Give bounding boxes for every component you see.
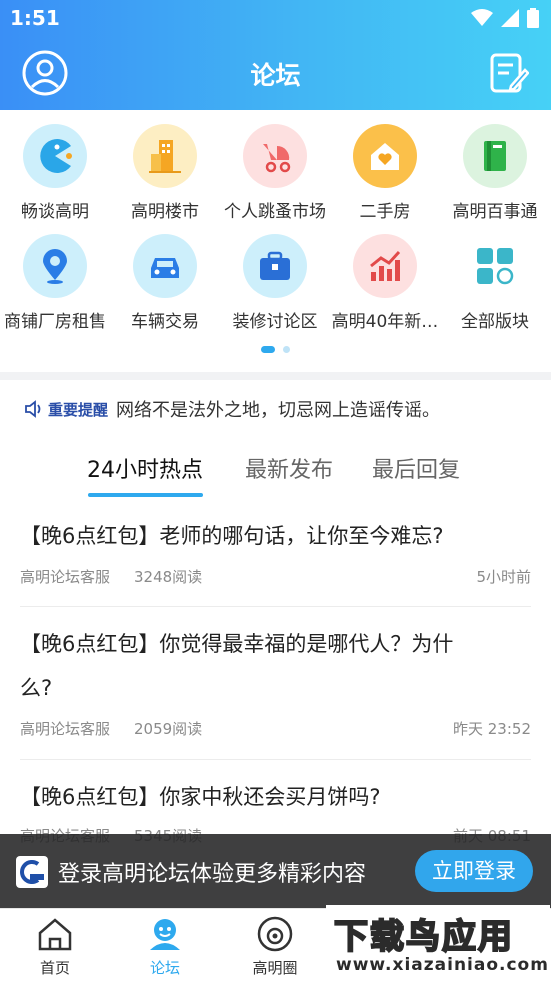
section-item[interactable]: 高明楼市: [110, 118, 220, 228]
nav-circle[interactable]: 高明圈: [235, 915, 315, 978]
notice-tag: 重要提醒: [48, 400, 109, 419]
header: 1:51 论坛: [0, 0, 551, 110]
post-item[interactable]: 【晚6点红包】老师的哪句话，让你至今难忘? 高明论坛客服 3248阅读 5小时前: [20, 514, 531, 590]
wifi-icon: [471, 9, 493, 26]
status-time: 1:51: [10, 6, 60, 30]
post-item[interactable]: 【晚6点红包】你觉得最幸福的是哪代人？为什 么? 高明论坛客服 2059阅读 昨…: [20, 622, 531, 742]
status-bar: 1:51: [0, 0, 551, 38]
section-item[interactable]: 畅谈高明: [0, 118, 110, 228]
new-post-button[interactable]: [489, 52, 530, 96]
section-item[interactable]: 车辆交易: [110, 228, 220, 338]
post-title-line2: 么?: [20, 676, 53, 700]
section-label: 高明40年新…: [331, 312, 439, 332]
book-icon: [463, 124, 527, 188]
post-title: 【晚6点红包】你家中秋还会买月饼吗?: [20, 785, 381, 809]
post-author: 高明论坛客服: [20, 568, 111, 586]
watermark-title: 下载鸟应用: [333, 916, 514, 958]
login-banner: 登录高明论坛体验更多精彩内容 立即登录: [0, 834, 551, 908]
post-meta: 高明论坛客服 2059阅读 昨天 23:52: [20, 718, 531, 742]
forum-icon: [150, 919, 180, 950]
toolbox-icon: [243, 234, 307, 298]
title-bar: 论坛: [0, 40, 551, 108]
section-label: 二手房: [359, 202, 411, 222]
tab-latest[interactable]: 最新发布: [245, 452, 333, 484]
post-title-line1: 【晚6点红包】你觉得最幸福的是哪代人？为什: [20, 632, 454, 656]
edit-note-icon: [490, 53, 530, 93]
section-label: 高明楼市: [131, 202, 199, 222]
section-item[interactable]: 高明百事通: [440, 118, 550, 228]
notice-bar: 重要提醒 网络不是法外之地，切忌网上造谣传谣。: [24, 396, 440, 422]
section-divider: [0, 372, 551, 380]
section-item[interactable]: 高明40年新…: [330, 228, 440, 338]
nav-label: 首页: [39, 959, 70, 977]
login-button[interactable]: 立即登录: [415, 850, 533, 892]
section-label: 个人跳蚤市场: [224, 202, 326, 222]
post-tabs: 24小时热点 最新发布 最后回复: [0, 448, 551, 500]
nav-forum[interactable]: 论坛: [125, 915, 205, 978]
section-label: 畅谈高明: [21, 202, 89, 222]
post-reads: 3248阅读: [134, 568, 203, 586]
post-author: 高明论坛客服: [20, 720, 111, 738]
home-icon: [38, 918, 72, 951]
section-label: 装修讨论区: [232, 312, 318, 332]
section-grid: 畅谈高明 高明楼市 个人跳蚤市场 二手房 高明百事通 商铺厂房租售 车辆交易 装…: [0, 118, 551, 338]
all-sections-icon: [463, 234, 527, 298]
notice-text: 网络不是法外之地，切忌网上造谣传谣。: [116, 400, 441, 421]
tab-hot-24h[interactable]: 24小时热点: [87, 452, 203, 484]
section-item[interactable]: 二手房: [330, 118, 440, 228]
section-label: 车辆交易: [131, 312, 199, 332]
section-label: 商铺厂房租售: [4, 312, 106, 332]
page-dot-active: [261, 346, 275, 353]
nav-label: 高明圈: [252, 959, 298, 977]
section-label: 高明百事通: [452, 202, 538, 222]
post-time: 5小时前: [476, 568, 531, 586]
status-icons: [471, 8, 539, 28]
tab-last-reply[interactable]: 最后回复: [372, 452, 460, 484]
signal-icon: [501, 9, 519, 27]
speaker-icon: [25, 400, 41, 418]
post-time: 昨天 23:52: [453, 720, 531, 738]
location-pin-icon: [23, 234, 87, 298]
tab-underline: [88, 493, 203, 497]
post-divider: [20, 606, 531, 607]
battery-icon: [527, 8, 539, 28]
post-meta: 高明论坛客服 3248阅读 5小时前: [20, 566, 531, 590]
nav-label: 论坛: [149, 959, 180, 977]
house-heart-icon: [353, 124, 417, 188]
car-icon: [133, 234, 197, 298]
page-dot: [283, 346, 290, 353]
login-prompt-text: 登录高明论坛体验更多精彩内容: [58, 862, 367, 887]
section-item[interactable]: 商铺厂房租售: [0, 228, 110, 338]
pacman-chat-icon: [23, 124, 87, 188]
post-title: 【晚6点红包】老师的哪句话，让你至今难忘?: [20, 524, 444, 548]
post-reads: 2059阅读: [134, 720, 203, 738]
page-title: 论坛: [250, 61, 301, 90]
section-item[interactable]: 个人跳蚤市场: [220, 118, 330, 228]
watermark: 下载鸟应用 www.xiazainiao.com: [326, 905, 550, 981]
circle-icon: [257, 916, 293, 952]
nav-home[interactable]: 首页: [15, 915, 95, 978]
all-sections-button[interactable]: 全部版块: [440, 228, 550, 338]
chart-up-icon: [353, 234, 417, 298]
app-logo-icon: [16, 856, 48, 888]
post-divider: [20, 759, 531, 760]
page-indicator: [0, 346, 551, 353]
stroller-icon: [243, 124, 307, 188]
section-label: 全部版块: [461, 312, 529, 332]
section-item[interactable]: 装修讨论区: [220, 228, 330, 338]
watermark-url: www.xiazainiao.com: [336, 955, 549, 975]
building-icon: [133, 124, 197, 188]
